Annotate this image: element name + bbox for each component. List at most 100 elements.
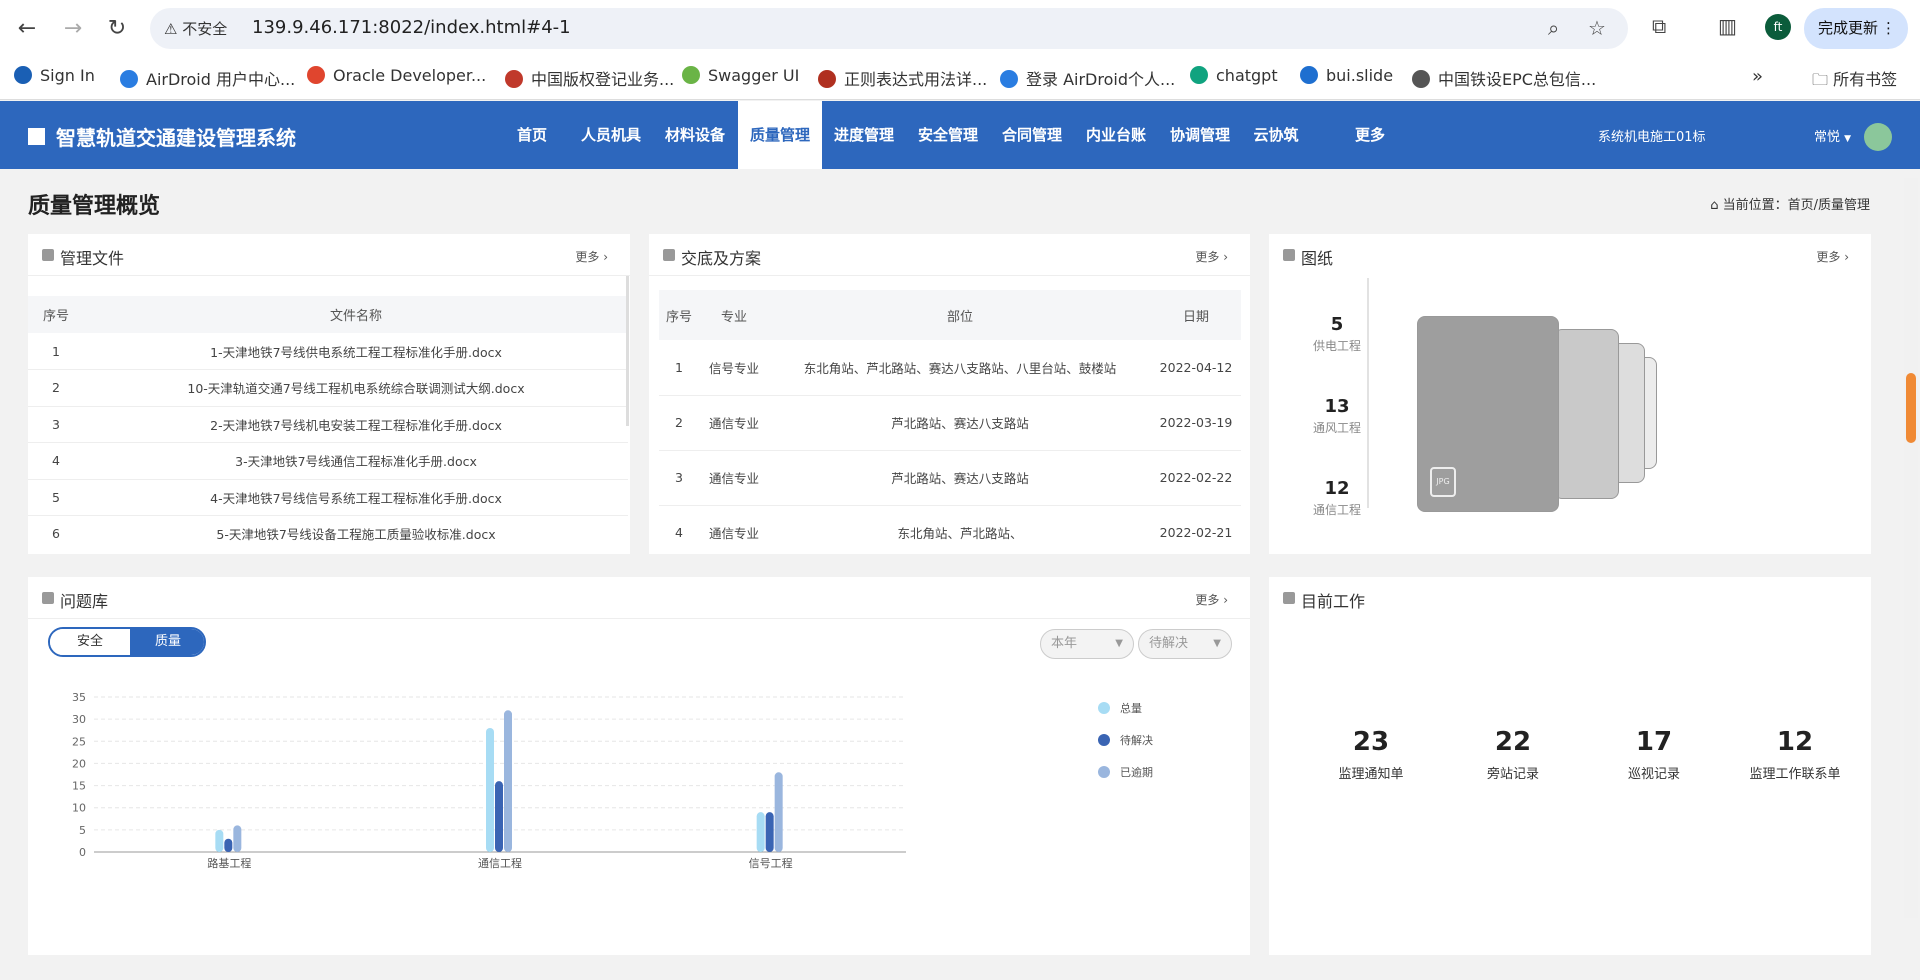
bar xyxy=(774,772,783,852)
x-tick-label: 信号工程 xyxy=(749,857,793,870)
bookmark-item[interactable]: 正则表达式用法详... xyxy=(818,66,987,90)
file-name[interactable]: 5-天津地铁7号线设备工程施工质量验收标准.docx xyxy=(84,515,628,552)
scrollbar-thumb[interactable] xyxy=(1906,373,1916,443)
work-stat[interactable]: 23 监理通知单 xyxy=(1301,727,1441,782)
bookmark-item[interactable]: bui.slide xyxy=(1300,66,1393,85)
drawing-stat[interactable]: 13 通风工程 xyxy=(1287,396,1387,436)
more-link[interactable]: 更多 › xyxy=(1816,248,1849,265)
menu-item[interactable]: 协调管理 xyxy=(1158,101,1242,169)
drawing-preview[interactable]: JPG xyxy=(1417,316,1559,512)
back-icon[interactable]: ← xyxy=(10,12,44,46)
safety-quality-toggle[interactable]: 安全 质量 xyxy=(48,627,206,657)
all-bookmarks[interactable]: 🗀 所有书签 xyxy=(1812,66,1897,96)
files-table-wrap: 序号 文件名称 1 1-天津地铁7号线供电系统工程工程标准化手册.docx 2 10-… xyxy=(28,296,628,552)
bookmark-item[interactable]: 中国版权登记业务... xyxy=(505,66,674,90)
bookmark-item[interactable]: Sign In xyxy=(14,66,95,85)
legend-item[interactable]: 已逾期 xyxy=(1098,764,1153,780)
zoom-icon[interactable]: ⌕ xyxy=(1548,16,1559,40)
work-stat[interactable]: 12 监理工作联系单 xyxy=(1725,727,1865,782)
file-name[interactable]: 10-天津轨道交通7号线工程机电系统综合联调测试大纲.docx xyxy=(84,369,628,407)
bookmark-item[interactable]: chatgpt xyxy=(1190,66,1278,85)
bookmark-favicon-icon xyxy=(682,66,700,84)
side-panel-icon[interactable]: ▥ xyxy=(1718,14,1737,38)
menu-item[interactable]: 人员机具 xyxy=(572,101,650,169)
menu-item[interactable]: 首页 xyxy=(505,101,559,169)
page-scrollbar[interactable] xyxy=(1904,178,1918,918)
toggle-safety[interactable]: 安全 xyxy=(50,629,130,655)
year-select[interactable]: 本年 ▼ xyxy=(1040,629,1134,659)
address-bar-row: ← → ↻ ⚠ 不安全 139.9.46.171:8022/index.html… xyxy=(0,0,1920,57)
file-name[interactable]: 4-天津地铁7号线信号系统工程工程标准化手册.docx xyxy=(84,479,628,516)
menu-item[interactable]: 进度管理 xyxy=(822,101,906,169)
drawing-stat[interactable]: 12 通信工程 xyxy=(1287,478,1387,518)
bookmark-star-icon[interactable]: ☆ xyxy=(1588,16,1606,40)
location: 芦北路站、赛达八支路站 xyxy=(769,450,1151,506)
menu-item[interactable]: 材料设备 xyxy=(656,101,734,169)
status-select[interactable]: 待解决 ▼ xyxy=(1138,629,1232,659)
drawing-stat[interactable]: 5 供电工程 xyxy=(1287,314,1387,354)
column-header: 序号 xyxy=(28,296,84,333)
table-row[interactable]: 2 10-天津轨道交通7号线工程机电系统综合联调测试大纲.docx xyxy=(28,369,628,407)
location: 东北角站、芦北路站、赛达八支路站、八里台站、鼓楼站 xyxy=(769,340,1151,396)
bookmark-item[interactable]: 登录 AirDroid个人... xyxy=(1000,66,1175,90)
table-row[interactable]: 3 通信专业 芦北路站、赛达八支路站 2022-02-22 xyxy=(659,450,1241,506)
insecure-indicator[interactable]: ⚠ 不安全 xyxy=(164,18,227,39)
more-link[interactable]: 更多 › xyxy=(1195,591,1228,608)
bookmark-item[interactable]: Swagger UI xyxy=(682,66,799,85)
avatar[interactable] xyxy=(1864,123,1892,151)
card-title-icon xyxy=(1283,249,1295,261)
bookmark-item[interactable]: Oracle Developer... xyxy=(307,66,486,85)
menu-item[interactable]: 安全管理 xyxy=(906,101,990,169)
file-name[interactable]: 1-天津地铁7号线供电系统工程工程标准化手册.docx xyxy=(84,333,628,370)
card-title-icon xyxy=(1283,592,1295,604)
work-stat[interactable]: 22 旁站记录 xyxy=(1443,727,1583,782)
table-row[interactable]: 6 5-天津地铁7号线设备工程施工质量验收标准.docx xyxy=(28,515,628,552)
menu-item[interactable]: 云协筑 xyxy=(1242,101,1310,169)
app-logo-icon xyxy=(28,128,45,145)
bar xyxy=(765,812,774,852)
stat-label: 监理工作联系单 xyxy=(1749,767,1841,782)
forward-icon[interactable]: → xyxy=(56,12,90,46)
url-bar[interactable]: ⚠ 不安全 139.9.46.171:8022/index.html#4-1 ⌕… xyxy=(150,8,1628,49)
card-title: 交底及方案 xyxy=(681,249,762,268)
discipline: 信号专业 xyxy=(699,340,769,396)
table-row[interactable]: 5 4-天津地铁7号线信号系统工程工程标准化手册.docx xyxy=(28,479,628,516)
more-link[interactable]: 更多 › xyxy=(1195,248,1228,265)
menu-item[interactable]: 更多 xyxy=(1330,101,1410,169)
bar xyxy=(224,838,233,852)
bookmark-item[interactable]: 中国铁设EPC总包信... xyxy=(1412,66,1596,90)
profile-avatar[interactable]: ft xyxy=(1765,14,1791,40)
bookmark-item[interactable]: AirDroid 用户中心... xyxy=(120,66,295,90)
scrollbar[interactable] xyxy=(626,276,629,426)
bookmarks-overflow-icon[interactable]: » xyxy=(1752,66,1763,87)
plans-card: 交底及方案 更多 › 序号 专业 部位 日期 1 信号专业 东北角站、芦北路站、赛达八… xyxy=(649,234,1250,554)
extensions-icon[interactable]: ⧉ xyxy=(1652,14,1666,38)
home-icon: ⌂ xyxy=(1710,198,1723,213)
legend-item[interactable]: 待解决 xyxy=(1098,732,1153,748)
card-title: 图纸 xyxy=(1301,249,1334,268)
y-tick-label: 25 xyxy=(72,735,86,748)
stat-value: 17 xyxy=(1635,727,1673,757)
table-row[interactable]: 1 信号专业 东北角站、芦北路站、赛达八支路站、八里台站、鼓楼站 2022-04-12 xyxy=(659,340,1241,396)
menu-item[interactable]: 内业台账 xyxy=(1074,101,1158,169)
legend-item[interactable]: 总量 xyxy=(1098,700,1142,716)
reload-icon[interactable]: ↻ xyxy=(100,12,134,46)
table-row[interactable]: 4 3-天津地铁7号线通信工程标准化手册.docx xyxy=(28,442,628,480)
table-row[interactable]: 4 通信专业 东北角站、芦北路站、 2022-02-21 xyxy=(659,505,1241,552)
work-stat[interactable]: 17 巡视记录 xyxy=(1584,727,1724,782)
url-text[interactable]: 139.9.46.171:8022/index.html#4-1 xyxy=(252,17,571,38)
file-name[interactable]: 2-天津地铁7号线机电安装工程工程标准化手册.docx xyxy=(84,406,628,443)
menu-item[interactable]: 质量管理 xyxy=(738,101,822,169)
row-index: 6 xyxy=(28,515,84,552)
table-row[interactable]: 3 2-天津地铁7号线机电安装工程工程标准化手册.docx xyxy=(28,406,628,443)
more-link[interactable]: 更多 › xyxy=(575,248,608,265)
table-row[interactable]: 2 通信专业 芦北路站、赛达八支路站 2022-03-19 xyxy=(659,395,1241,451)
jpg-file-icon: JPG xyxy=(1430,467,1456,497)
toggle-quality[interactable]: 质量 xyxy=(130,629,204,655)
menu-item[interactable]: 合同管理 xyxy=(990,101,1074,169)
discipline: 通信专业 xyxy=(699,450,769,506)
update-button[interactable]: 完成更新 ⋮ xyxy=(1804,8,1908,49)
table-row[interactable]: 1 1-天津地铁7号线供电系统工程工程标准化手册.docx xyxy=(28,333,628,370)
file-name[interactable]: 3-天津地铁7号线通信工程标准化手册.docx xyxy=(84,442,628,480)
user-menu[interactable]: 常悦 ▼ xyxy=(1814,126,1851,145)
